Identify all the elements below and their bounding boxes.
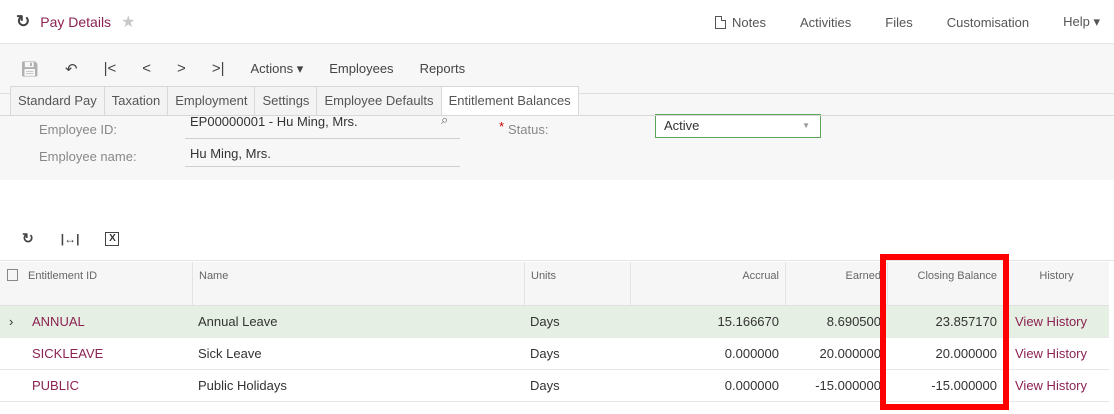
col-earned[interactable]: Earned	[785, 262, 887, 306]
employee-id-field[interactable]: EP00000001 - Hu Ming, Mrs.	[190, 114, 358, 129]
fit-to-screen-icon[interactable]: |↔|	[61, 232, 80, 246]
units-cell: Days	[530, 314, 560, 329]
notes-label: Notes	[732, 14, 766, 30]
actions-menu[interactable]: Actions ▾	[237, 61, 316, 77]
notes-link[interactable]: Notes	[715, 15, 766, 30]
status-select[interactable]: Active ▼	[655, 114, 821, 138]
col-entitlement-id[interactable]: Entitlement ID	[22, 262, 192, 306]
export-excel-icon[interactable]: X	[105, 231, 120, 246]
title-bar: ↻ Pay Details ★ Notes Activities Files C…	[0, 0, 1114, 44]
page-title: Pay Details	[40, 13, 112, 30]
entitlement-id-link[interactable]: ANNUAL	[26, 306, 91, 338]
tab-taxation[interactable]: Taxation	[103, 86, 169, 115]
reports-button[interactable]: Reports	[407, 61, 479, 76]
units-cell: Days	[530, 378, 560, 393]
status-value: Active	[664, 118, 700, 133]
required-asterisk: *	[499, 119, 505, 134]
help-menu[interactable]: Help ▾	[1063, 14, 1100, 30]
top-links: Notes Activities Files Customisation Hel…	[681, 0, 1100, 44]
files-link[interactable]: Files	[885, 15, 912, 30]
view-history-link[interactable]: View History	[1009, 338, 1093, 370]
accrual-cell: 0.000000	[724, 378, 779, 393]
first-record-icon[interactable]: |<	[91, 54, 130, 84]
tab-bar: Standard Pay Taxation Employment Setting…	[10, 86, 579, 116]
closing-balance-highlight	[880, 254, 1009, 410]
employee-id-label: Employee ID:	[39, 122, 118, 137]
earned-cell: 8.690500	[826, 314, 881, 329]
employee-name-value: Hu Ming, Mrs.	[190, 146, 271, 161]
entitlement-id-link[interactable]: PUBLIC	[26, 370, 85, 402]
refresh-icon[interactable]: ↻	[16, 12, 30, 32]
save-icon[interactable]: 💾︎	[0, 54, 52, 84]
employee-name-label: Employee name:	[39, 149, 137, 164]
tab-standard-pay[interactable]: Standard Pay	[10, 86, 105, 115]
undo-icon[interactable]: ↶	[52, 54, 91, 84]
activities-link[interactable]: Activities	[800, 15, 851, 30]
earned-cell: -15.000000	[815, 378, 881, 393]
note-icon	[715, 15, 727, 29]
tab-settings[interactable]: Settings	[254, 86, 318, 115]
accrual-cell: 0.000000	[724, 346, 779, 361]
earned-cell: 20.000000	[819, 346, 881, 361]
col-units[interactable]: Units	[524, 262, 630, 306]
favorite-star-icon[interactable]: ★	[121, 12, 135, 32]
grid-refresh-icon[interactable]: ↻	[22, 230, 34, 247]
name-cell: Annual Leave	[198, 314, 278, 329]
chevron-down-icon: ▼	[802, 121, 810, 130]
col-history[interactable]: History	[1003, 262, 1109, 306]
row-selector-icon: ›	[9, 314, 14, 329]
employees-button[interactable]: Employees	[316, 61, 406, 76]
name-cell: Sick Leave	[198, 346, 262, 361]
name-cell: Public Holidays	[198, 378, 287, 393]
next-record-icon[interactable]: >	[164, 54, 199, 84]
accrual-cell: 15.166670	[717, 314, 779, 329]
last-record-icon[interactable]: >|	[199, 54, 238, 84]
previous-record-icon[interactable]: <	[129, 54, 164, 84]
col-accrual[interactable]: Accrual	[630, 262, 785, 306]
view-history-link[interactable]: View History	[1009, 370, 1093, 402]
tab-entitlement-balances[interactable]: Entitlement Balances	[440, 86, 579, 116]
tab-employee-defaults[interactable]: Employee Defaults	[316, 86, 442, 115]
view-history-link[interactable]: View History	[1009, 306, 1093, 338]
file-icon[interactable]	[7, 269, 18, 281]
customisation-link[interactable]: Customisation	[947, 15, 1029, 30]
units-cell: Days	[530, 346, 560, 361]
col-name[interactable]: Name	[192, 262, 524, 306]
tab-employment[interactable]: Employment	[167, 86, 256, 115]
entitlement-id-link[interactable]: SICKLEAVE	[26, 338, 109, 370]
status-label: Status:	[508, 122, 549, 137]
